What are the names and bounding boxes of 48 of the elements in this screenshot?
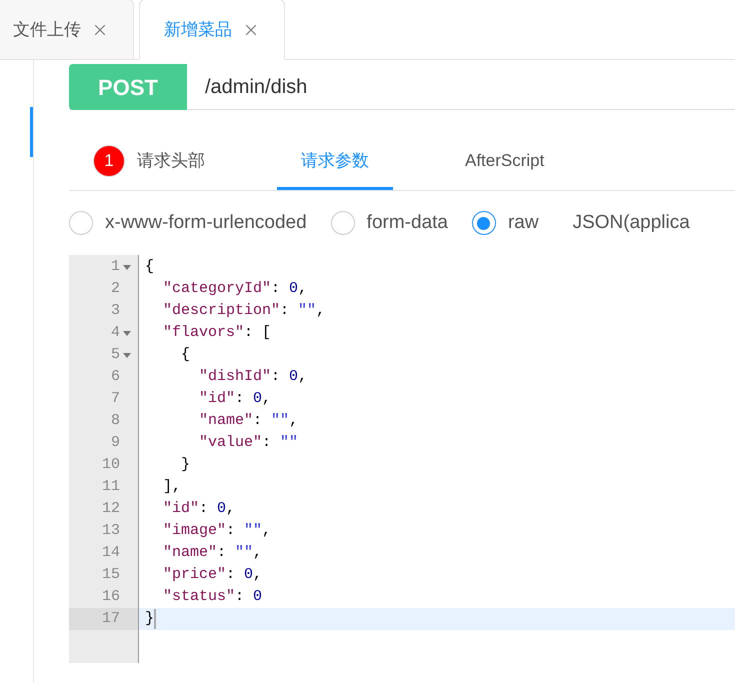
code-line: "name": "", <box>198 410 298 431</box>
fold-caret-icon[interactable] <box>123 330 131 336</box>
text-cursor <box>154 609 156 629</box>
body-type-radio[interactable]: x-www-form-urlencoded <box>69 208 307 238</box>
code-line: "id": 0, <box>198 388 272 409</box>
line-number: 3 <box>110 300 120 321</box>
code-line: "price": 0, <box>162 564 262 585</box>
body-type-radio[interactable]: raw <box>472 208 539 238</box>
code-line: "name": "", <box>162 542 262 563</box>
param-tab[interactable]: 1 请求头部 <box>69 134 277 190</box>
line-number: 16 <box>102 586 120 607</box>
code-line: } <box>145 608 154 629</box>
line-number: 15 <box>102 564 120 585</box>
line-number: 17 <box>102 608 120 629</box>
line-number: 9 <box>110 432 120 453</box>
code-line: "dishId": 0, <box>198 366 308 387</box>
fold-caret-icon[interactable] <box>123 352 131 358</box>
page-tab[interactable]: 文件上传 <box>0 0 134 60</box>
code-line: "status": 0 <box>162 586 262 607</box>
line-number: 12 <box>102 498 120 519</box>
code-line: "categoryId": 0, <box>162 278 308 299</box>
line-number: 14 <box>102 542 120 563</box>
fold-caret-icon[interactable] <box>123 264 131 270</box>
line-number: 4 <box>110 322 120 343</box>
code-line: { <box>180 344 190 365</box>
line-number: 1 <box>110 256 120 277</box>
code-line: } <box>180 454 190 475</box>
active-indicator <box>30 107 33 157</box>
line-number: 10 <box>102 454 120 475</box>
param-tab[interactable]: AfterScript <box>441 134 568 190</box>
count-badge: 1 <box>93 144 125 176</box>
code-line: "description": "", <box>162 300 326 321</box>
line-number: 6 <box>110 366 120 387</box>
code-line: "id": 0, <box>162 498 236 519</box>
line-number: 5 <box>110 344 120 365</box>
code-line: "image": "", <box>162 520 272 541</box>
body-type-radio[interactable]: form-data <box>330 208 448 238</box>
code-line: "value": "" <box>198 432 298 453</box>
code-line: ], <box>162 476 182 497</box>
line-number: 2 <box>110 278 120 299</box>
line-number: 11 <box>102 476 120 497</box>
line-number: 7 <box>110 388 120 409</box>
line-number: 8 <box>110 410 120 431</box>
url-field[interactable]: /admin/dish <box>187 64 308 109</box>
line-number: 13 <box>102 520 120 541</box>
code-line: "flavors": [ <box>162 322 272 343</box>
format-label[interactable]: JSON(applica <box>572 208 690 238</box>
code-line: { <box>145 256 154 277</box>
